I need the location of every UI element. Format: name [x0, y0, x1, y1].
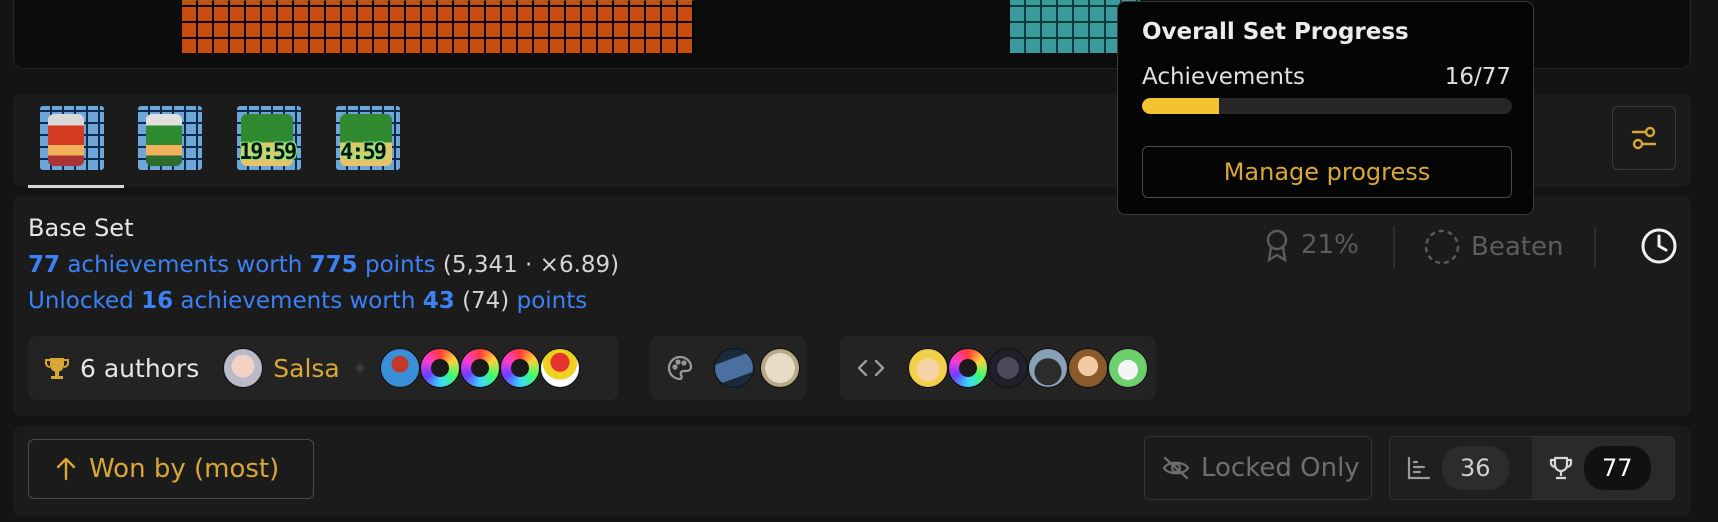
dashed-circle-icon	[1424, 229, 1460, 265]
tab-timer: 19:59	[239, 140, 297, 165]
arrow-up-icon	[56, 457, 76, 481]
completion-percent: 21%	[1263, 228, 1359, 262]
developer-avatar[interactable]	[1108, 348, 1148, 388]
author-avatar[interactable]	[459, 348, 500, 388]
artist-avatar[interactable]	[714, 348, 754, 388]
author-avatar[interactable]	[419, 348, 460, 388]
tab-timer: 4:59	[340, 140, 387, 165]
author-avatar-salsa[interactable]	[223, 348, 264, 388]
beaten-status: Beaten	[1423, 228, 1563, 266]
set-progress-popover: Overall Set Progress Achievements 16/77 …	[1117, 1, 1534, 215]
unlocked-count-tab[interactable]: 36	[1390, 437, 1532, 499]
stat-divider	[1594, 226, 1596, 268]
tab-set-4[interactable]: 4:59	[336, 106, 400, 170]
author-avatar[interactable]	[539, 348, 580, 388]
artist-avatar[interactable]	[760, 348, 800, 388]
sort-order-button[interactable]: Won by (most)	[28, 439, 314, 499]
progress-bar-fill	[1142, 98, 1219, 114]
author-avatar[interactable]	[379, 348, 420, 388]
developer-avatar[interactable]	[908, 348, 948, 388]
mario-sprite-red-icon	[48, 114, 84, 166]
set-title: Base Set	[28, 214, 134, 242]
set-total-summary[interactable]: 77 achievements worth 775 points (5,341 …	[28, 252, 619, 278]
manage-progress-button[interactable]: Manage progress	[1142, 146, 1512, 198]
trophy-icon	[45, 358, 69, 379]
developer-avatar[interactable]	[1068, 348, 1108, 388]
playtime-button[interactable]	[1639, 226, 1679, 270]
bar-chart-icon	[1407, 456, 1431, 480]
code-credit-chip	[840, 336, 1156, 400]
authors-count[interactable]: 6 authors	[80, 354, 199, 383]
trophy-outline-icon	[1549, 456, 1573, 480]
mario-sprite-green-icon	[146, 114, 182, 166]
palette-icon	[667, 355, 693, 381]
set-summary-panel: Base Set 77 achievements worth 775 point…	[13, 196, 1691, 416]
total-count-tab[interactable]: 77	[1532, 437, 1674, 499]
banner-brick-art-left	[182, 0, 694, 53]
eye-off-icon	[1162, 456, 1190, 480]
stat-divider	[1393, 226, 1395, 268]
award-ribbon-icon	[1266, 229, 1288, 262]
achievement-list-toolbar: Won by (most) Locked Only 36 77	[13, 426, 1691, 516]
clock-icon	[1641, 228, 1677, 264]
list-count-toggle: 36 77	[1389, 436, 1675, 500]
total-count: 77	[1584, 446, 1651, 490]
artwork-credit-chip	[650, 336, 806, 400]
locked-only-toggle[interactable]: Locked Only	[1144, 436, 1372, 500]
developer-avatar[interactable]	[948, 348, 988, 388]
progress-value: 16/77	[1444, 64, 1511, 90]
lead-author-link[interactable]: Salsa	[273, 354, 339, 383]
code-brackets-icon	[857, 359, 885, 377]
set-unlocked-summary[interactable]: Unlocked 16 achievements worth 43 (74) p…	[28, 288, 587, 314]
developer-avatar[interactable]	[988, 348, 1028, 388]
tab-set-1[interactable]	[40, 106, 104, 170]
sliders-icon	[1631, 126, 1657, 150]
developer-avatar[interactable]	[1028, 348, 1068, 388]
active-tab-indicator	[28, 185, 124, 188]
separator-dot	[355, 364, 364, 372]
author-avatar[interactable]	[499, 348, 540, 388]
progress-label: Achievements	[1142, 64, 1305, 90]
authors-credit-chip: 6 authors Salsa	[28, 336, 618, 400]
unlocked-count: 36	[1442, 446, 1509, 490]
popover-title: Overall Set Progress	[1142, 19, 1409, 45]
tab-set-2[interactable]	[138, 106, 202, 170]
tab-set-3[interactable]: 19:59	[237, 106, 301, 170]
progress-bar	[1142, 98, 1512, 114]
filter-settings-button[interactable]	[1612, 106, 1676, 170]
